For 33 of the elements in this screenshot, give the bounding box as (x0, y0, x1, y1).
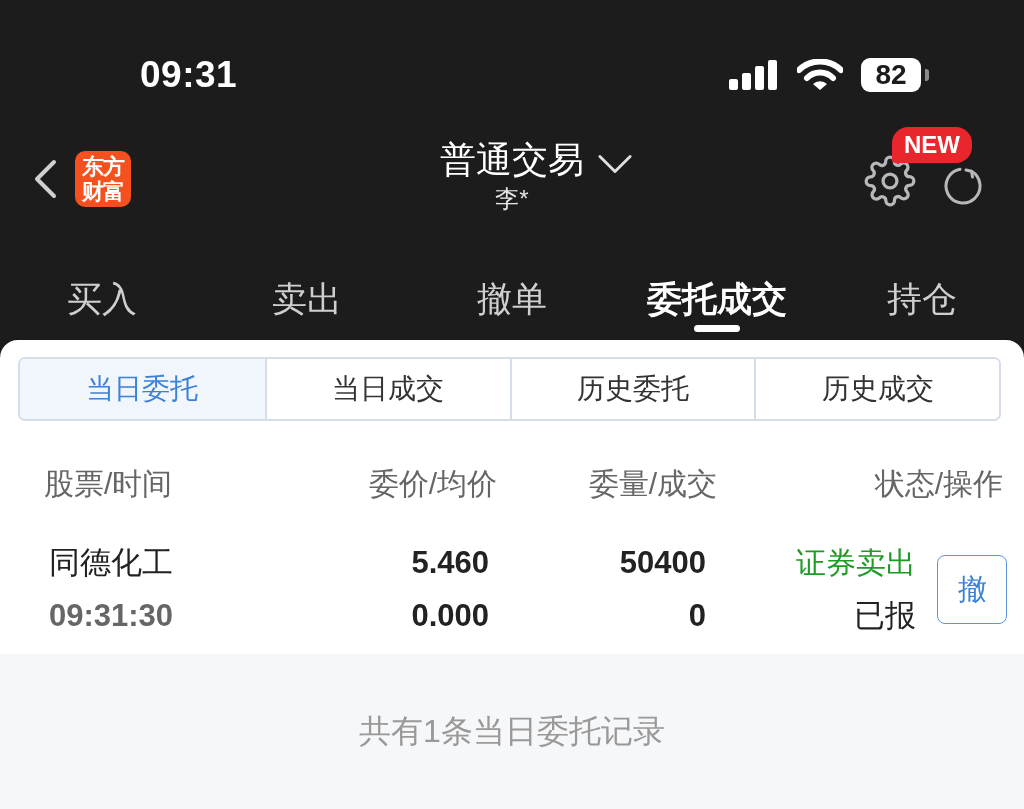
battery-indicator: 82 (861, 58, 929, 92)
column-header: 委量/成交 (587, 465, 717, 502)
tab[interactable]: 撤单 (477, 235, 547, 340)
segment-tab[interactable]: 历史成交 (754, 359, 999, 419)
tab[interactable]: 买入 (67, 235, 138, 340)
refresh-icon[interactable] (942, 165, 984, 205)
order-time: 09:31:30 (49, 597, 174, 635)
tab[interactable]: 委托成交 (646, 235, 787, 340)
order-quantity: 50400 (619, 544, 706, 582)
average-price: 0.000 (411, 597, 489, 635)
page-title[interactable]: 普通交易 (440, 137, 584, 183)
order-status: 已报 (854, 597, 916, 635)
status-time: 09:31 (140, 54, 238, 96)
tab[interactable]: 持仓 (886, 235, 957, 340)
order-price: 5.460 (411, 544, 489, 582)
back-icon[interactable] (33, 159, 57, 199)
column-header: 股票/时间 (44, 465, 174, 502)
column-header: 状态/操作 (873, 465, 1003, 502)
account-name: 李* (495, 184, 529, 214)
column-header: 委价/均价 (367, 465, 497, 502)
filled-quantity: 0 (688, 597, 706, 635)
tab[interactable]: 卖出 (272, 235, 343, 340)
stock-name: 同德化工 (49, 544, 173, 582)
new-badge: NEW (892, 127, 972, 163)
app-logo: 东方财富 (75, 151, 131, 207)
caret-icon[interactable] (598, 154, 632, 174)
cancel-button[interactable]: 撤 (937, 555, 1007, 624)
order-direction: 证券卖出 (796, 545, 916, 581)
record-count: 共有1条当日委托记录 (359, 711, 665, 751)
signal-icon (729, 60, 779, 90)
wifi-icon (797, 59, 843, 91)
settings-icon[interactable] (864, 155, 916, 207)
segment-tab[interactable]: 当日委托 (20, 359, 265, 419)
